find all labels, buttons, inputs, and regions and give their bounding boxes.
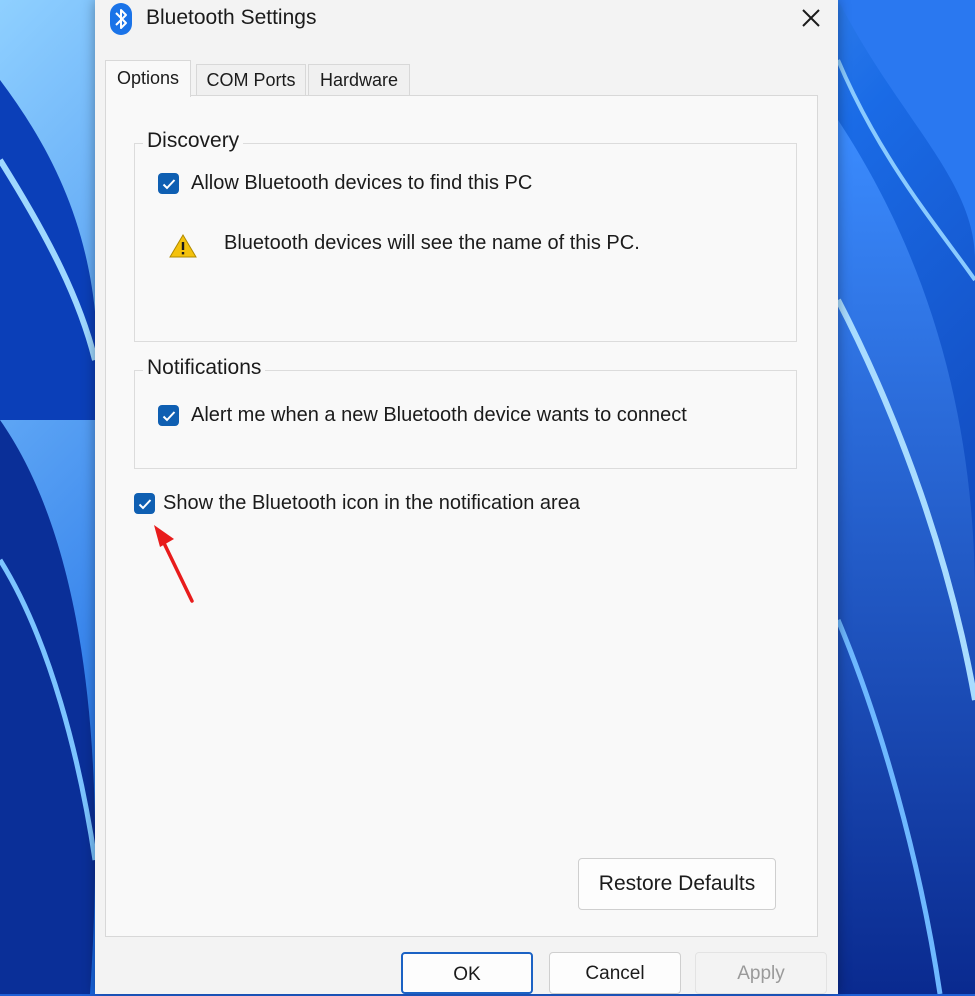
- window-title: Bluetooth Settings: [146, 6, 317, 29]
- tab-strip: Options COM Ports Hardware: [105, 60, 815, 97]
- red-arrow-annotation: [154, 525, 194, 603]
- allow-discovery-row[interactable]: Allow Bluetooth devices to find this PC: [158, 172, 532, 195]
- allow-discovery-checkbox[interactable]: [158, 173, 179, 194]
- restore-defaults-button[interactable]: Restore Defaults: [578, 858, 776, 910]
- close-button[interactable]: [782, 0, 838, 38]
- cancel-button[interactable]: Cancel: [549, 952, 681, 994]
- title-bar: Bluetooth Settings: [95, 0, 838, 40]
- checkmark-icon: [138, 498, 151, 509]
- discovery-warning-text: Bluetooth devices will see the name of t…: [224, 232, 640, 254]
- show-tray-icon-row[interactable]: Show the Bluetooth icon in the notificat…: [134, 492, 580, 515]
- checkmark-icon: [162, 178, 175, 189]
- alert-new-device-label: Alert me when a new Bluetooth device wan…: [191, 404, 687, 426]
- notifications-heading: Notifications: [143, 356, 266, 380]
- checkmark-icon: [162, 410, 175, 421]
- allow-discovery-label: Allow Bluetooth devices to find this PC: [191, 172, 533, 194]
- close-icon: [802, 9, 820, 27]
- alert-new-device-row[interactable]: Alert me when a new Bluetooth device wan…: [158, 404, 687, 427]
- apply-button[interactable]: Apply: [695, 952, 827, 994]
- alert-new-device-checkbox[interactable]: [158, 405, 179, 426]
- tab-com-ports[interactable]: COM Ports: [196, 64, 306, 95]
- discovery-heading: Discovery: [143, 129, 244, 153]
- show-tray-icon-checkbox[interactable]: [134, 493, 155, 514]
- bluetooth-settings-dialog: Bluetooth Settings Options COM Ports Har…: [95, 0, 838, 994]
- show-tray-icon-label: Show the Bluetooth icon in the notificat…: [163, 492, 580, 514]
- tab-options[interactable]: Options: [105, 60, 191, 97]
- tab-hardware[interactable]: Hardware: [308, 64, 410, 95]
- bluetooth-icon: [110, 3, 132, 35]
- options-panel: Discovery Allow Bluetooth devices to fin…: [105, 95, 818, 937]
- warning-icon: [169, 234, 197, 258]
- ok-button[interactable]: OK: [401, 952, 533, 994]
